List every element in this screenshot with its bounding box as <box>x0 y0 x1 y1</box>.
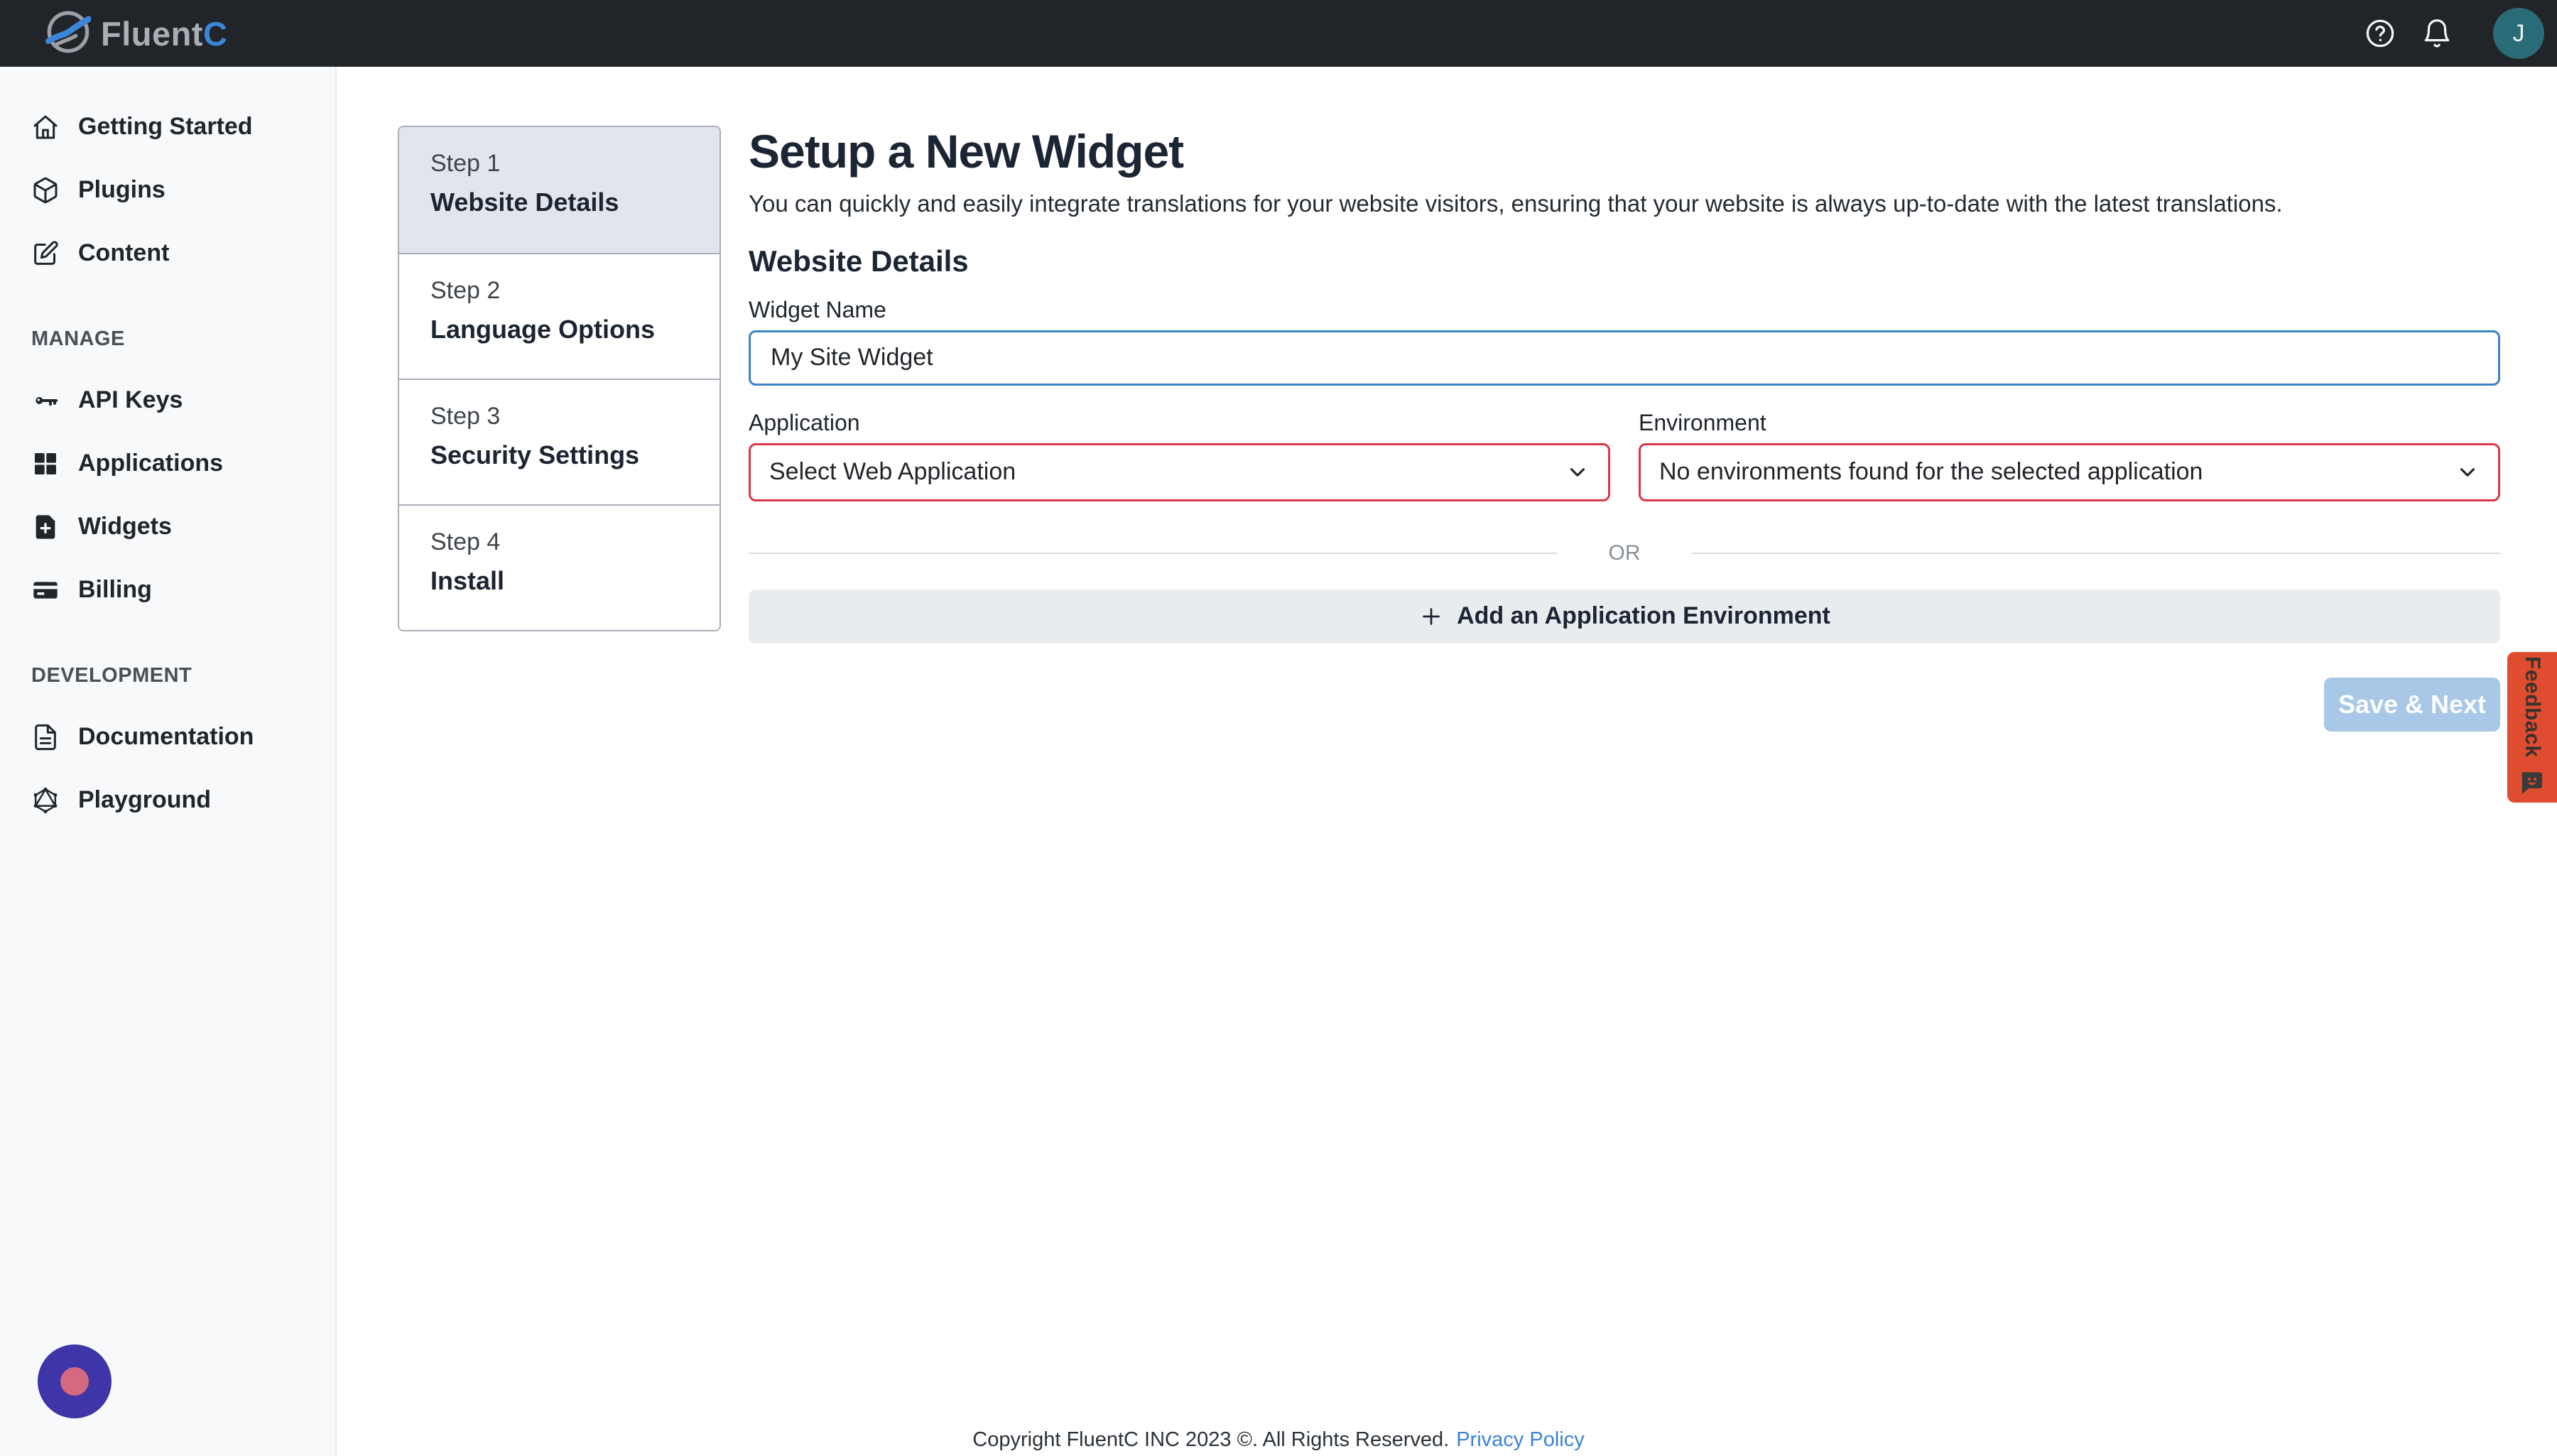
application-label: Application <box>749 410 1610 436</box>
home-icon <box>31 113 60 141</box>
step-number: Step 4 <box>430 528 720 556</box>
step-3-security-settings[interactable]: Step 3 Security Settings <box>399 379 720 504</box>
sidebar-item-documentation[interactable]: Documentation <box>0 705 335 768</box>
grid-icon <box>31 450 60 478</box>
step-number: Step 2 <box>430 277 720 305</box>
application-select[interactable]: Select Web Application <box>749 443 1610 501</box>
step-number: Step 3 <box>430 403 720 430</box>
environment-select[interactable]: No environments found for the selected a… <box>1639 443 2500 501</box>
privacy-policy-link[interactable]: Privacy Policy <box>1456 1428 1585 1451</box>
sidebar-item-label: Widgets <box>78 513 172 540</box>
chat-widget-button[interactable] <box>38 1344 112 1418</box>
edit-icon <box>31 239 60 268</box>
sidebar-item-label: Billing <box>78 576 152 604</box>
user-avatar[interactable]: J <box>2493 8 2544 59</box>
plus-icon <box>1418 604 1444 629</box>
brand-name: FluentC <box>101 14 227 53</box>
sidebar-item-applications[interactable]: Applications <box>0 432 335 495</box>
graphql-icon <box>31 786 60 815</box>
sidebar-item-label: Playground <box>78 786 211 814</box>
widget-name-label: Widget Name <box>749 297 2500 323</box>
topbar-actions: J <box>2364 8 2544 59</box>
sidebar-item-label: Plugins <box>78 176 165 204</box>
sidebar-item-label: Content <box>78 239 169 267</box>
page-title: Setup a New Widget <box>749 126 2500 178</box>
sidebar-item-plugins[interactable]: Plugins <box>0 158 335 222</box>
step-title: Security Settings <box>430 440 720 470</box>
feedback-label: Feedback <box>2520 656 2544 757</box>
step-number: Step 1 <box>430 150 720 178</box>
application-select-value: Select Web Application <box>769 458 1016 486</box>
wizard-steps-panel: Step 1 Website Details Step 2 Language O… <box>398 126 721 631</box>
help-icon[interactable] <box>2364 17 2396 50</box>
environment-select-value: No environments found for the selected a… <box>1659 458 2203 486</box>
footer: Copyright FluentC INC 2023 ©. All Rights… <box>0 1428 2557 1452</box>
section-heading-website-details: Website Details <box>749 244 2500 278</box>
file-text-icon <box>31 723 60 751</box>
widget-name-input[interactable] <box>749 330 2500 386</box>
or-divider: OR <box>749 541 2500 565</box>
sidebar: Getting Started Plugins Content MANAGE <box>0 67 337 1456</box>
step-title: Website Details <box>430 188 720 217</box>
save-next-button[interactable]: Save & Next <box>2324 678 2500 732</box>
sidebar-section-development: DEVELOPMENT <box>31 664 335 688</box>
file-plus-icon <box>31 513 60 541</box>
step-4-install[interactable]: Step 4 Install <box>399 504 720 630</box>
credit-card-icon <box>31 576 60 604</box>
sidebar-section-manage: MANAGE <box>31 327 335 351</box>
environment-label: Environment <box>1639 410 2500 436</box>
sidebar-item-label: Getting Started <box>78 113 253 141</box>
step-2-language-options[interactable]: Step 2 Language Options <box>399 253 720 379</box>
feedback-tab[interactable]: Feedback <box>2507 652 2557 803</box>
step-title: Install <box>430 566 720 596</box>
notifications-bell-icon[interactable] <box>2421 17 2453 50</box>
sidebar-item-label: Documentation <box>78 723 254 751</box>
topbar: FluentC J <box>0 0 2557 67</box>
sidebar-item-billing[interactable]: Billing <box>0 558 335 621</box>
fluentc-logo-icon <box>45 9 91 58</box>
sidebar-item-getting-started[interactable]: Getting Started <box>0 95 335 158</box>
add-application-environment-button[interactable]: Add an Application Environment <box>749 590 2500 643</box>
chat-widget-dot <box>60 1367 89 1396</box>
step-title: Language Options <box>430 315 720 344</box>
sidebar-item-content[interactable]: Content <box>0 222 335 285</box>
sidebar-item-api-keys[interactable]: API Keys <box>0 369 335 432</box>
sidebar-item-label: Applications <box>78 450 223 477</box>
sidebar-item-label: API Keys <box>78 386 183 414</box>
package-icon <box>31 176 60 205</box>
environment-field: Environment No environments found for th… <box>1639 410 2500 501</box>
page-description: You can quickly and easily integrate tra… <box>749 190 2500 217</box>
main-content: Setup a New Widget You can quickly and e… <box>749 126 2500 732</box>
copyright-text: Copyright FluentC INC 2023 ©. All Rights… <box>972 1428 1449 1451</box>
step-1-website-details[interactable]: Step 1 Website Details <box>399 127 720 253</box>
sidebar-item-widgets[interactable]: Widgets <box>0 495 335 558</box>
brand-logo[interactable]: FluentC <box>45 9 227 58</box>
or-text: OR <box>1609 541 1641 565</box>
application-field: Application Select Web Application <box>749 410 1610 501</box>
chevron-down-icon <box>2455 460 2480 484</box>
sidebar-item-playground[interactable]: Playground <box>0 768 335 832</box>
key-icon <box>31 386 60 415</box>
feedback-smiley-icon <box>2517 768 2547 798</box>
chevron-down-icon <box>1565 460 1590 484</box>
add-environment-label: Add an Application Environment <box>1457 602 1830 630</box>
